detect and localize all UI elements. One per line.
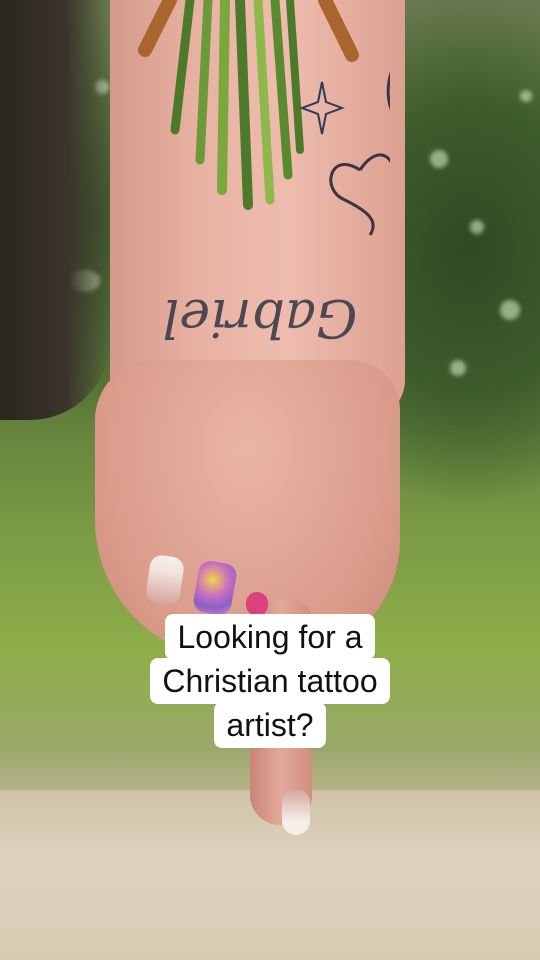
bokeh-light (470, 220, 484, 234)
bokeh-light (500, 300, 520, 320)
svg-text:Gabriel: Gabriel (163, 287, 358, 347)
caption-line: artist? (214, 702, 326, 748)
caption-line: Christian tattoo (150, 658, 390, 704)
heart-outline-tattoo (329, 153, 390, 236)
bokeh-light (450, 360, 466, 376)
bokeh-light (520, 90, 532, 102)
french-tip-nail (282, 790, 310, 835)
tattoo-artwork: Gabriel (138, 0, 390, 347)
dark-sleeve (0, 0, 110, 420)
caption-overlay: Looking for a Christian tattoo artist? (0, 614, 540, 748)
bokeh-light (430, 150, 448, 168)
sparkle-tattoo (299, 81, 345, 135)
background-photo: Gabriel (0, 0, 540, 960)
script-name-tattoo: Gabriel (163, 287, 358, 347)
caption-line: Looking for a (165, 614, 375, 660)
heart-outline-tattoo (386, 71, 390, 111)
flower-stems-tattoo (138, 0, 359, 210)
pink-nail (246, 592, 268, 616)
